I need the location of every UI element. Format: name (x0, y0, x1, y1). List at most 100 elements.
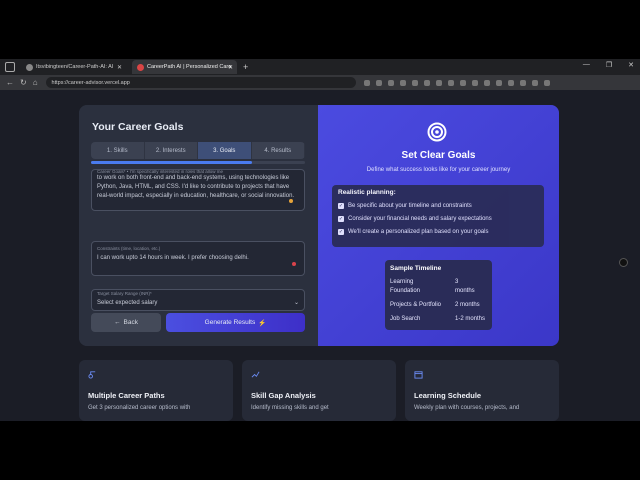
check-icon: ✓ (338, 203, 344, 209)
refresh-icon[interactable]: ↻ (20, 78, 27, 87)
form-title: Your Career Goals (92, 121, 184, 133)
browser-tabbar: Itsvibingteen/Career-Path-AI: AI ✕ Caree… (0, 59, 640, 75)
goals-card: Your Career Goals 1. Skills 2. Interests… (79, 105, 559, 346)
timeline-title: Sample Timeline (390, 265, 442, 272)
spellcheck-marker-icon (292, 262, 296, 266)
github-icon (26, 63, 33, 71)
back-nav-icon[interactable]: ← (6, 78, 14, 87)
goals-info-panel: Set Clear Goals Define what success look… (318, 105, 559, 346)
timeline-label: Learning (390, 279, 414, 285)
planning-item-text: Be specific about your timeline and cons… (348, 203, 472, 209)
career-goals-field[interactable]: Career Goals* • I'm specifically interes… (91, 169, 305, 211)
feature-title: Learning Schedule (414, 391, 482, 400)
url-input[interactable]: https://career-advisor.vercel.app (45, 77, 356, 88)
planning-title: Realistic planning: (338, 189, 396, 196)
step-progress-bar (91, 161, 305, 164)
extension-icon[interactable] (435, 79, 442, 86)
tab-goals[interactable]: 3. Goals (198, 142, 252, 159)
timeline-label: Foundation (390, 288, 421, 294)
timeline-value: 1-2 months (455, 316, 486, 322)
generate-results-button[interactable]: Generate Results ⚡ (166, 313, 305, 332)
timeline-value: 2 months (455, 302, 480, 308)
extension-icon[interactable] (399, 79, 406, 86)
tab-github[interactable]: Itsvibingteen/Career-Path-AI: AI ✕ (21, 60, 126, 74)
timeline-value: months (455, 288, 475, 294)
extension-icon[interactable] (507, 79, 514, 86)
new-tab-button[interactable]: + (243, 62, 248, 72)
tab-actions-icon[interactable] (5, 62, 15, 72)
close-window-button[interactable]: ✕ (628, 61, 634, 69)
goals-title: Set Clear Goals (401, 150, 476, 161)
close-icon[interactable]: ✕ (117, 64, 122, 71)
salary-label: Target Salary Range (INR)* (97, 291, 152, 296)
grammar-marker-icon (289, 199, 293, 203)
salary-value: Select expected salary (97, 300, 158, 306)
extension-icon[interactable] (483, 79, 490, 86)
generate-label: Generate Results (204, 319, 256, 326)
extension-icon[interactable] (495, 79, 502, 86)
assistant-bubble-icon[interactable] (619, 258, 628, 267)
close-icon[interactable]: ✕ (228, 64, 233, 71)
feature-title: Skill Gap Analysis (251, 391, 316, 400)
trend-icon (251, 371, 260, 378)
extension-icon[interactable] (519, 79, 526, 86)
constraints-field[interactable]: Constraints (time, location, etc.) I can… (91, 241, 305, 276)
constraints-label: Constraints (time, location, etc.) (97, 246, 161, 251)
feature-card: Skill Gap Analysis Identify missing skil… (242, 360, 396, 421)
form-panel: Your Career Goals 1. Skills 2. Interests… (79, 105, 318, 346)
feature-desc: Identify missing skills and get (251, 405, 329, 411)
address-bar-row: ← ↻ ⌂ https://career-advisor.vercel.app (0, 75, 640, 90)
page: Your Career Goals 1. Skills 2. Interests… (0, 90, 640, 421)
extension-icon[interactable] (423, 79, 430, 86)
chevron-down-icon: ⌄ (293, 300, 299, 306)
step-tabs: 1. Skills 2. Interests 3. Goals 4. Resul… (91, 142, 305, 159)
timeline-label: Job Search (390, 316, 421, 322)
tab-results[interactable]: 4. Results (252, 142, 305, 159)
tab-skills[interactable]: 1. Skills (91, 142, 145, 159)
extension-icon[interactable] (375, 79, 382, 86)
extension-icon[interactable] (531, 79, 538, 86)
calendar-icon (414, 371, 423, 379)
sample-timeline: Sample Timeline Learning 3 Foundation mo… (385, 260, 492, 330)
back-button[interactable]: ← Back (91, 313, 161, 332)
planning-item: ✓ Consider your financial needs and salar… (338, 216, 492, 222)
feature-title: Multiple Career Paths (88, 391, 165, 400)
route-icon (88, 371, 96, 379)
planning-item: ✓ We'll create a personalized plan based … (338, 229, 488, 235)
planning-item-text: Consider your financial needs and salary… (348, 216, 492, 222)
extension-icon[interactable] (459, 79, 466, 86)
timeline-label: Projects & Portfolio (390, 302, 442, 308)
arrow-left-icon: ← (114, 319, 121, 326)
minimize-button[interactable]: — (583, 61, 590, 69)
constraints-text: I can work upto 14 hours in week. I pref… (97, 255, 249, 261)
extension-icon[interactable] (543, 79, 550, 86)
planning-item: ✓ Be specific about your timeline and con… (338, 203, 472, 209)
feature-card: Learning Schedule Weekly plan with cours… (405, 360, 559, 421)
timeline-value: 3 (455, 279, 459, 285)
goals-subtitle: Define what success looks like for your … (366, 167, 511, 173)
planning-box: Realistic planning: ✓ Be specific about y… (332, 185, 544, 247)
window-controls: — ❐ ✕ (583, 61, 634, 69)
check-icon: ✓ (338, 216, 344, 222)
planning-item-text: We'll create a personalized plan based o… (348, 229, 489, 235)
maximize-button[interactable]: ❐ (606, 61, 612, 69)
feature-desc: Get 3 personalized career options with (88, 405, 191, 411)
lightning-icon: ⚡ (258, 319, 267, 327)
extension-icon[interactable] (411, 79, 418, 86)
extension-icon[interactable] (363, 79, 370, 86)
check-icon: ✓ (338, 229, 344, 235)
tab-label: CareerPath AI | Personalized Care (147, 64, 232, 70)
extensions (363, 79, 550, 86)
extension-icon[interactable] (387, 79, 394, 86)
progress-fill (91, 161, 252, 164)
careerpath-icon (137, 63, 144, 71)
career-goals-text: to work on both front-end and back-end s… (97, 175, 295, 199)
feature-card: Multiple Career Paths Get 3 personalized… (79, 360, 233, 421)
feature-desc: Weekly plan with courses, projects, and (414, 405, 520, 411)
extension-icon[interactable] (447, 79, 454, 86)
tab-careerpath[interactable]: CareerPath AI | Personalized Care ✕ (132, 60, 237, 74)
extension-icon[interactable] (471, 79, 478, 86)
tab-interests[interactable]: 2. Interests (145, 142, 198, 159)
salary-select[interactable]: Target Salary Range (INR)* Select expect… (91, 289, 305, 311)
home-icon[interactable]: ⌂ (33, 78, 38, 87)
